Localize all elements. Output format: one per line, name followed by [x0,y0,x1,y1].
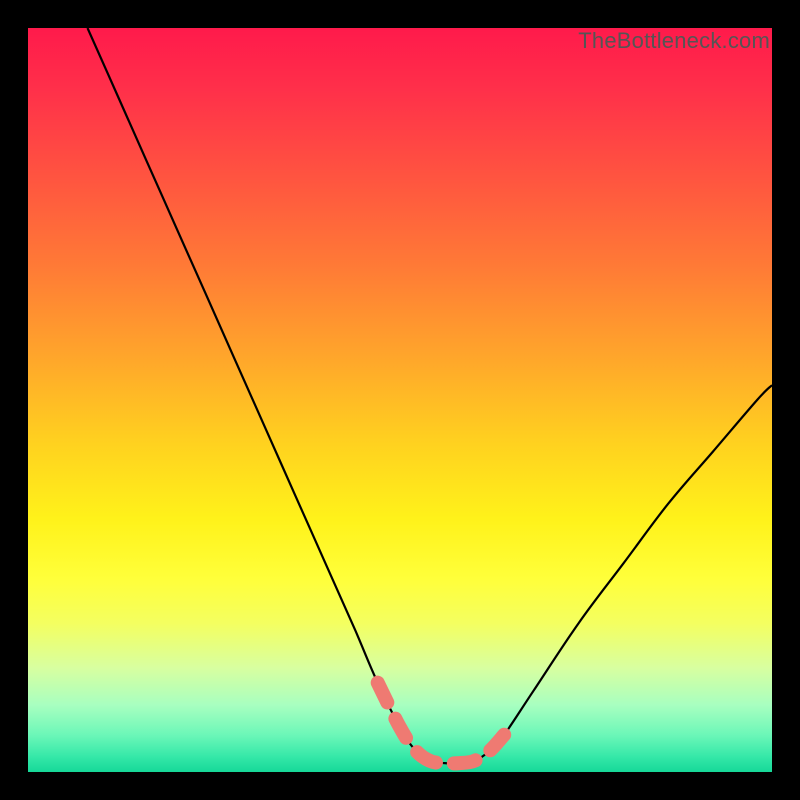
plot-area [28,28,772,772]
bottleneck-curve [88,28,773,763]
bottom-marker [378,683,505,764]
chart-frame: TheBottleneck.com [0,0,800,800]
watermark-text: TheBottleneck.com [578,28,770,54]
chart-svg [28,28,772,772]
